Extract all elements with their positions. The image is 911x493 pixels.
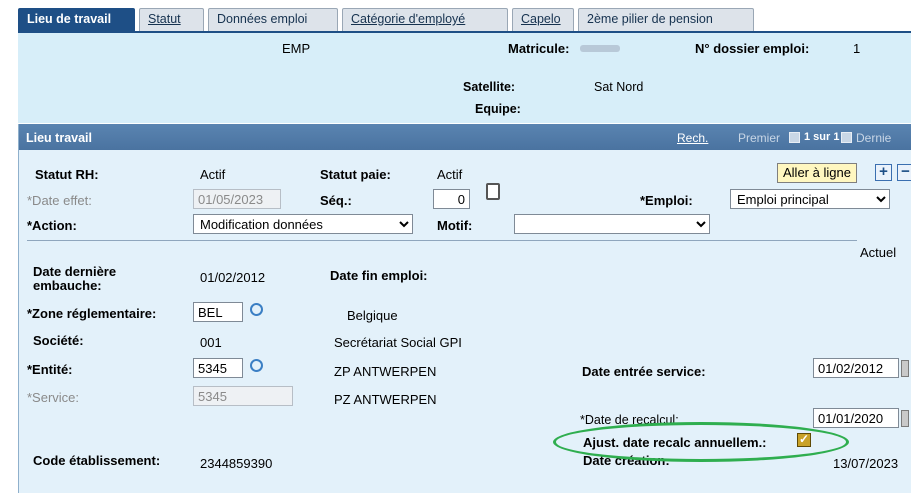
statut-rh-label: Statut RH: — [35, 167, 99, 182]
service-label: *Service: — [27, 390, 80, 405]
tab-statut-label: Statut — [148, 12, 181, 26]
date-creation-value: 13/07/2023 — [833, 456, 899, 471]
matricule-value-redacted — [580, 45, 620, 52]
date-entree-calendar-icon[interactable] — [901, 360, 909, 377]
statut-paie-label: Statut paie: — [320, 167, 391, 182]
search-link[interactable]: Rech. — [677, 131, 708, 145]
prev-icon[interactable] — [789, 131, 800, 145]
seq-field[interactable] — [433, 189, 470, 209]
entite-label: *Entité: — [27, 362, 73, 377]
zone-desc: Belgique — [347, 308, 398, 323]
service-field[interactable] — [193, 386, 293, 406]
emp-label: EMP — [282, 41, 311, 56]
section-divider — [27, 240, 857, 241]
tab-lieu-de-travail[interactable]: Lieu de travail — [18, 8, 135, 31]
dossier-label: N° dossier emploi: — [695, 41, 810, 56]
date-effet-label: *Date effet: — [27, 193, 92, 208]
panel-title: Lieu travail — [26, 131, 92, 145]
last-link[interactable]: Dernie — [856, 131, 891, 145]
matricule-label: Matricule: — [508, 41, 570, 56]
tab-capelo-label: Capelo — [521, 12, 561, 26]
societe-value: 001 — [200, 335, 222, 350]
first-link[interactable]: Premier — [738, 131, 780, 145]
date-embauche-value: 01/02/2012 — [200, 270, 266, 285]
actuel-label: Actuel — [860, 245, 897, 260]
statut-paie-value: Actif — [437, 167, 463, 182]
page-info: 1 sur 1 — [804, 131, 840, 143]
tab-categorie-label: Catégorie d'employé — [351, 12, 466, 26]
service-desc: PZ ANTWERPEN — [334, 392, 437, 407]
tab-statut[interactable]: Statut — [139, 8, 204, 31]
entite-search-icon[interactable] — [250, 359, 263, 372]
entite-desc: ZP ANTWERPEN — [334, 364, 437, 379]
date-recalcul-field[interactable] — [813, 408, 899, 428]
zone-field[interactable] — [193, 302, 243, 322]
add-row-icon[interactable]: + — [875, 164, 892, 181]
highlight-annotation — [553, 422, 849, 462]
next-icon[interactable] — [841, 131, 852, 145]
tab-donnees-emploi[interactable]: Données emploi — [208, 8, 338, 31]
date-effet-field[interactable] — [193, 189, 281, 209]
societe-label: Société: — [33, 333, 84, 348]
satellite-value: Sat Nord — [594, 80, 644, 94]
zone-search-icon[interactable] — [250, 303, 263, 316]
dossier-value: 1 — [853, 41, 861, 56]
date-entree-field[interactable] — [813, 358, 899, 378]
date-recalcul-calendar-icon[interactable] — [901, 410, 909, 427]
action-label: *Action: — [27, 218, 77, 233]
emploi-select[interactable]: Emploi principal — [730, 189, 890, 209]
societe-desc: Secrétariat Social GPI — [334, 335, 462, 350]
entite-field[interactable] — [193, 358, 243, 378]
tab-categorie-employe[interactable]: Catégorie d'employé — [342, 8, 508, 31]
copy-icon[interactable] — [486, 183, 500, 200]
date-embauche-label: Date dernière embauche: — [33, 264, 117, 293]
motif-label: Motif: — [437, 218, 473, 233]
date-fin-label: Date fin emploi: — [330, 268, 428, 283]
tab-capelo[interactable]: Capelo — [512, 8, 574, 31]
date-entree-label: Date entrée service: — [582, 364, 706, 379]
equipe-label: Equipe: — [475, 102, 521, 116]
zone-label: *Zone réglementaire: — [27, 306, 157, 321]
remove-row-icon[interactable]: − — [897, 164, 911, 181]
code-etab-label: Code établissement: — [33, 453, 161, 468]
action-select[interactable]: Modification données — [193, 214, 413, 234]
motif-select[interactable] — [514, 214, 710, 234]
seq-label: Séq.: — [320, 193, 352, 208]
goto-row-button[interactable]: Aller à ligne — [777, 163, 857, 183]
tab-bar: Lieu de travail Statut Données emploi Ca… — [18, 8, 911, 32]
statut-rh-value: Actif — [200, 167, 226, 182]
code-etab-value: 2344859390 — [200, 456, 273, 471]
tab-2eme-pilier[interactable]: 2ème pilier de pension — [578, 8, 754, 31]
emploi-label: *Emploi: — [640, 193, 693, 208]
panel-header: Lieu travail Rech. Premier 1 sur 1 Derni… — [19, 124, 911, 150]
satellite-label: Satellite: — [463, 80, 516, 94]
